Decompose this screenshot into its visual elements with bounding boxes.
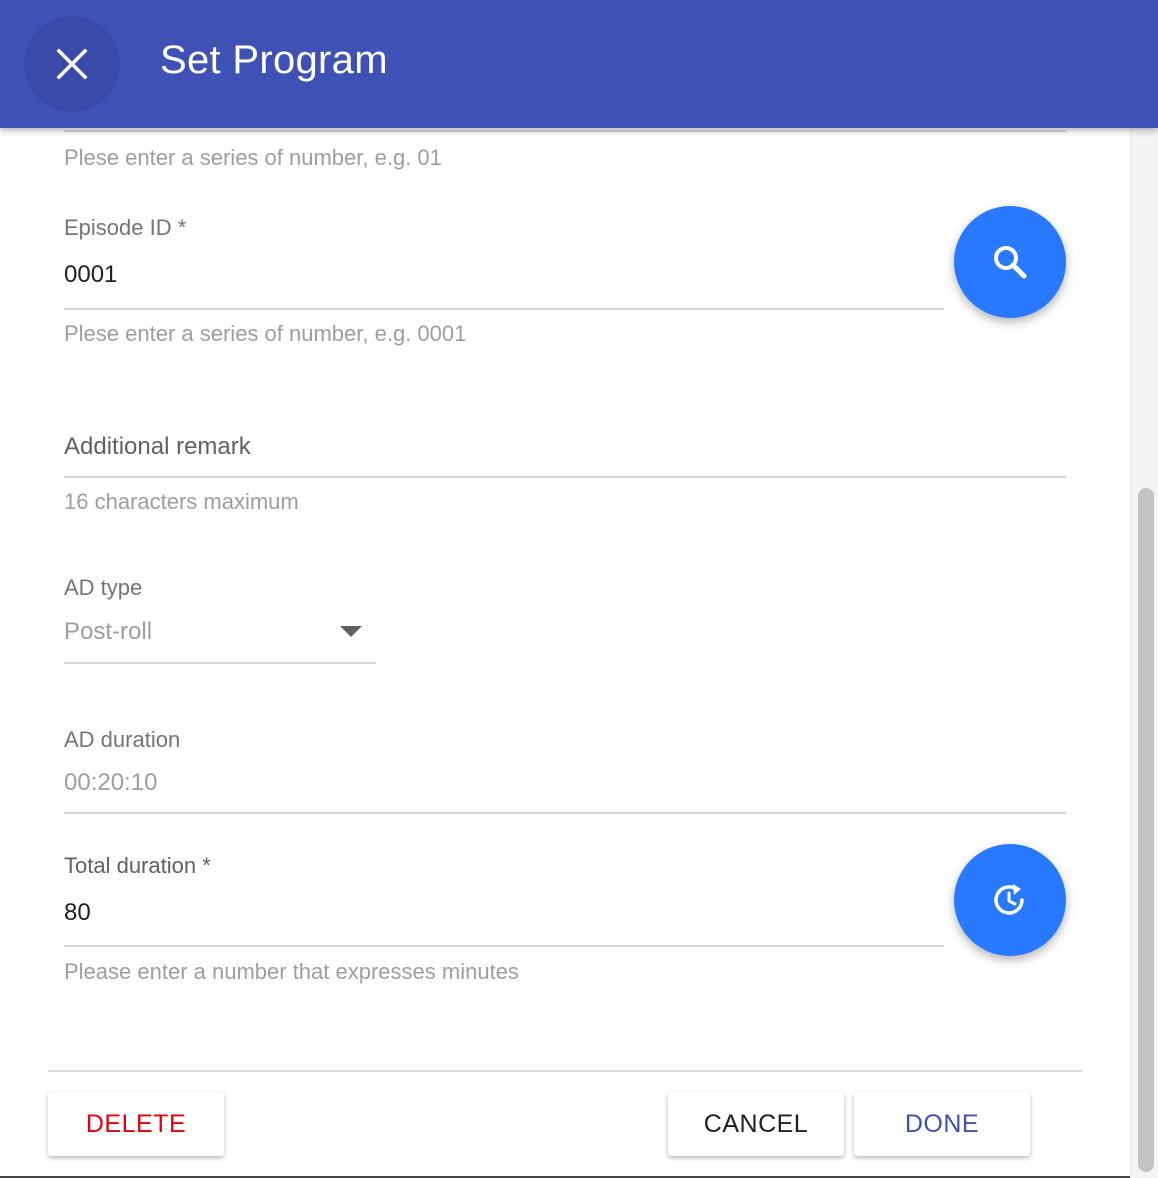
cancel-button[interactable]: CANCEL [668,1092,844,1156]
episode-id-label: Episode ID * [64,215,187,240]
additional-remark-underline [64,476,1066,478]
ad-duration-underline [64,812,1066,814]
search-episode-button[interactable] [954,206,1066,318]
ad-type-underline [64,662,376,664]
done-button[interactable]: DONE [854,1092,1030,1156]
set-program-dialog: Set Program Plese enter a series of numb… [0,0,1158,1178]
clock-refresh-icon [994,884,1024,915]
episode-id-helper-text: Plese enter a series of number, e.g. 000… [64,321,467,346]
episode-id-input[interactable]: 0001 [64,261,117,289]
close-button[interactable] [24,16,120,112]
season-field-underline [64,130,1066,132]
total-duration-input[interactable]: 80 [64,899,91,927]
episode-id-underline [64,308,944,310]
close-icon [56,48,88,80]
total-duration-helper-text: Please enter a number that expresses min… [64,959,519,984]
recalculate-duration-button[interactable] [954,844,1066,956]
scrollbar-thumb[interactable] [1138,488,1154,1172]
ad-duration-value: 00:20:10 [64,769,158,796]
total-duration-label: Total duration * [64,853,211,878]
additional-remark-input[interactable]: Additional remark [64,433,251,461]
actions-divider [48,1070,1082,1072]
page-title: Set Program [160,38,388,82]
delete-button[interactable]: DELETE [48,1092,224,1156]
total-duration-underline [64,945,944,947]
season-helper-text: Plese enter a series of number, e.g. 01 [64,145,442,170]
search-icon [994,246,1027,279]
app-bar: Set Program [0,0,1158,128]
ad-duration-label: AD duration [64,727,181,752]
ad-type-select[interactable]: Post-roll [64,618,152,646]
arrow-drop-down-icon[interactable] [340,626,362,638]
additional-remark-helper-text: 16 characters maximum [64,489,299,514]
ad-type-label: AD type [64,575,143,600]
